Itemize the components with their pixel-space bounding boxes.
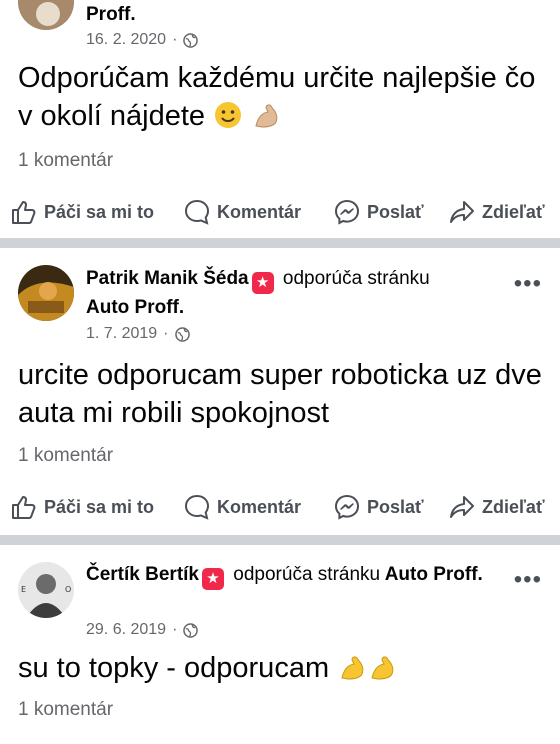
post-2: Patrik Manik Šéda ★ odporúča stránku Auto… xyxy=(0,248,560,535)
avatar[interactable] xyxy=(18,0,74,30)
recommendation-star-icon: ★ xyxy=(251,272,274,294)
post-header: Čertík Bertík ★ odporúča stránku Auto Pro… xyxy=(86,561,490,590)
more-options-button[interactable]: ••• xyxy=(514,568,542,592)
post-date[interactable]: 1. 7. 2019 xyxy=(86,324,157,344)
thumbs-up-icon xyxy=(12,201,36,224)
author-name-link[interactable]: Čertík Bertík xyxy=(86,564,199,585)
like-button[interactable]: Páči sa mi to xyxy=(10,198,154,226)
comment-bubble-icon xyxy=(184,199,210,225)
author-name-link[interactable]: Patrik Manik Šéda xyxy=(86,268,249,289)
page-name-link[interactable]: Proff. xyxy=(86,4,136,25)
action-bar: Páči sa mi to Komentár Poslať Zdieľať xyxy=(0,192,560,232)
svg-text:E: E xyxy=(21,585,26,594)
messenger-icon xyxy=(334,199,360,225)
svg-text:O: O xyxy=(65,585,71,594)
recommendation-star-icon: ★ xyxy=(202,568,224,590)
post-1: Proff. 16. 2. 2020 · Odporúčam každému u… xyxy=(0,0,560,238)
share-arrow-icon xyxy=(450,496,474,518)
post-text: urcite odporucam super roboticka uz dve … xyxy=(18,359,542,429)
comment-button[interactable]: Komentár xyxy=(183,198,301,226)
send-button[interactable]: Poslať xyxy=(333,493,424,521)
post-text: su to topky - odporucam xyxy=(18,649,542,692)
post-separator xyxy=(0,238,560,248)
share-button[interactable]: Zdieľať xyxy=(448,198,545,226)
comment-count[interactable]: 1 komentár xyxy=(18,150,113,172)
more-options-button[interactable]: ••• xyxy=(514,272,542,296)
comment-count[interactable]: 1 komentár xyxy=(18,699,113,721)
send-button[interactable]: Poslať xyxy=(333,198,424,226)
page-name-link[interactable]: Auto Proff. xyxy=(385,564,483,585)
recommends-text: odporúča stránku xyxy=(282,268,430,289)
globe-icon xyxy=(174,326,190,342)
flexed-biceps-emoji-icon xyxy=(337,652,367,692)
comment-bubble-icon xyxy=(184,494,210,520)
smiley-emoji-icon xyxy=(213,100,243,140)
like-button[interactable]: Páči sa mi to xyxy=(10,493,154,521)
post-3: EO Čertík Bertík ★ odporúča stránku Auto … xyxy=(0,545,560,744)
comment-button[interactable]: Komentár xyxy=(183,493,301,521)
post-separator xyxy=(0,535,560,545)
post-date[interactable]: 29. 6. 2019 xyxy=(86,620,166,640)
messenger-icon xyxy=(334,494,360,520)
post-meta: 1. 7. 2019 · xyxy=(86,324,190,344)
post-meta: 29. 6. 2019 · xyxy=(86,620,199,640)
flexed-biceps-emoji-icon xyxy=(367,652,397,692)
share-arrow-icon xyxy=(450,201,474,223)
avatar[interactable]: EO xyxy=(18,562,74,618)
thumbs-up-icon xyxy=(12,496,36,519)
globe-icon xyxy=(183,32,199,48)
share-button[interactable]: Zdieľať xyxy=(448,493,545,521)
post-date[interactable]: 16. 2. 2020 xyxy=(86,30,166,50)
post-header: Proff. xyxy=(86,1,490,29)
post-meta: 16. 2. 2020 · xyxy=(86,30,199,50)
recommends-text: odporúča stránku xyxy=(233,564,381,585)
action-bar: Páči sa mi to Komentár Poslať Zdieľať xyxy=(0,487,560,527)
globe-icon xyxy=(183,622,199,638)
post-text: Odporúčam každému určite najlepšie čo v … xyxy=(18,59,542,140)
avatar[interactable] xyxy=(18,265,74,321)
flexed-biceps-emoji-icon xyxy=(251,100,281,140)
post-header: Patrik Manik Šéda ★ odporúča stránku Auto… xyxy=(86,265,490,322)
comment-count[interactable]: 1 komentár xyxy=(18,445,113,467)
page-name-link[interactable]: Auto Proff. xyxy=(86,297,184,318)
